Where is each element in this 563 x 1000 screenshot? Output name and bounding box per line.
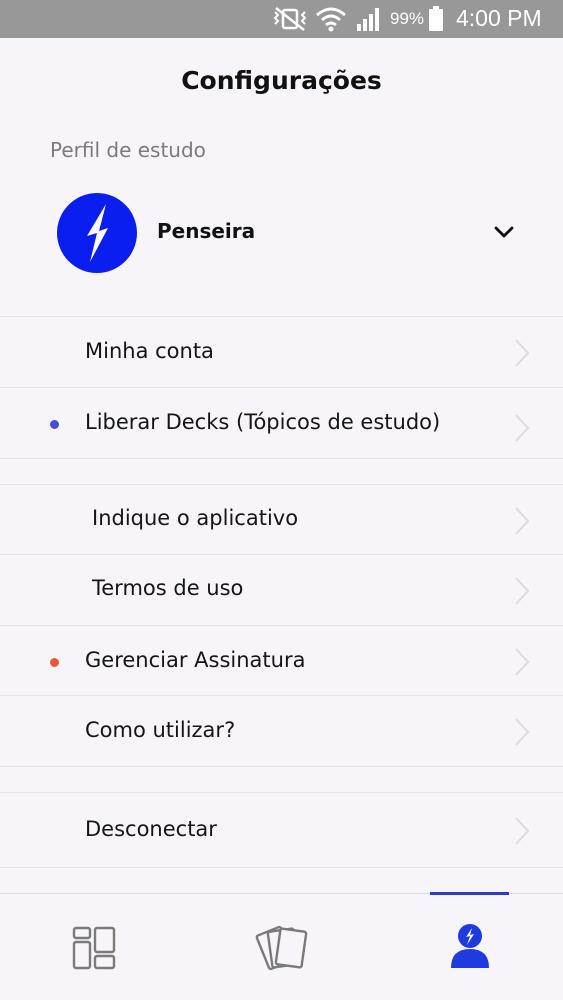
penseira-logo-icon [57, 193, 137, 273]
menu-item-gerenciar-assinatura[interactable]: Gerenciar Assinatura [0, 626, 563, 696]
chevron-right-icon [515, 817, 530, 845]
battery-icon [429, 6, 443, 31]
menu-item-label: Termos de uso [92, 576, 244, 600]
menu-item-minha-conta[interactable]: Minha conta [0, 317, 563, 387]
signal-icon [357, 8, 379, 31]
chevron-right-icon [515, 507, 530, 535]
chevron-right-icon [515, 577, 530, 605]
menu-item-indique-aplicativo[interactable]: Indique o aplicativo [0, 485, 563, 555]
page-title: Configurações [181, 66, 382, 95]
profile-section-label: Perfil de estudo [50, 138, 206, 162]
menu-item-liberar-decks[interactable]: Liberar Decks (Tópicos de estudo) [0, 388, 563, 458]
menu-item-desconectar[interactable]: Desconectar [0, 793, 563, 867]
chevron-right-icon [515, 339, 530, 367]
clock: 4:00 PM [456, 5, 542, 31]
active-tab-indicator [430, 892, 509, 895]
menu-item-label: Gerenciar Assinatura [85, 648, 306, 672]
menu-item-label: Liberar Decks (Tópicos de estudo) [85, 410, 441, 434]
menu-item-label: Desconectar [85, 817, 217, 841]
bottom-navigation [0, 893, 563, 1000]
tab-cards[interactable] [188, 894, 376, 1000]
menu-item-label: Como utilizar? [85, 718, 236, 742]
status-bar: 99% 4:00 PM [0, 0, 563, 38]
divider [0, 458, 563, 459]
notification-dot [50, 420, 59, 429]
dashboard-grid-icon [72, 926, 116, 970]
tab-dashboard[interactable] [0, 894, 188, 1000]
profile-user-icon [451, 924, 489, 968]
chevron-down-icon[interactable] [492, 222, 516, 242]
menu-item-label: Indique o aplicativo [92, 506, 299, 530]
divider [0, 867, 563, 868]
menu-item-label: Minha conta [85, 339, 214, 363]
cards-deck-icon [255, 925, 308, 971]
profile-selector[interactable]: Penseira [0, 182, 563, 282]
chevron-right-icon [515, 718, 530, 746]
notification-dot [50, 658, 59, 667]
tab-profile[interactable] [376, 894, 563, 1000]
wifi-icon [316, 7, 346, 32]
chevron-right-icon [515, 414, 530, 442]
profile-name: Penseira [157, 219, 256, 243]
divider [0, 766, 563, 767]
mute-vibrate-icon [273, 7, 307, 31]
chevron-right-icon [515, 648, 530, 676]
menu-item-como-utilizar[interactable]: Como utilizar? [0, 696, 563, 766]
menu-item-termos-de-uso[interactable]: Termos de uso [0, 555, 563, 625]
battery-percent: 99% [390, 9, 425, 28]
